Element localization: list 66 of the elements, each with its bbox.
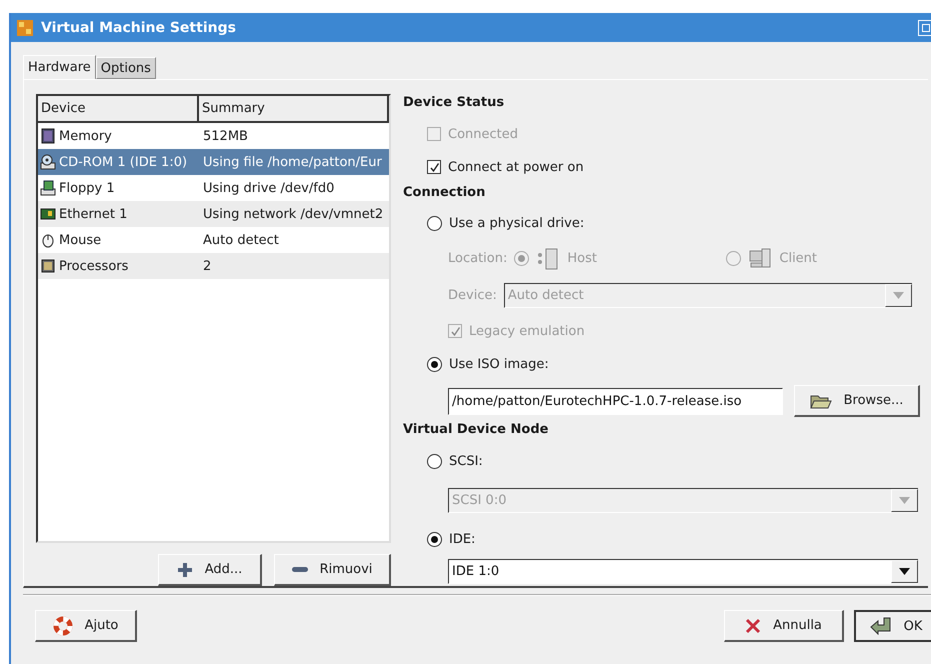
- help-button[interactable]: Ajuto: [35, 610, 137, 642]
- section-title: Device Status: [403, 94, 506, 112]
- column-header[interactable]: Device: [38, 96, 199, 121]
- device-summary: Auto detect: [203, 232, 279, 248]
- device-name: Ethernet 1: [59, 206, 128, 222]
- processor-icon: [40, 258, 56, 274]
- device-name: Memory: [59, 128, 112, 144]
- location-option-label: Client: [779, 251, 818, 266]
- location-label: Location:: [448, 251, 508, 266]
- column-header[interactable]: Summary: [199, 96, 389, 121]
- section-title: Virtual Device Node: [403, 421, 550, 440]
- browse-button[interactable]: Browse...: [794, 385, 920, 418]
- return-arrow-icon: [870, 617, 892, 635]
- device-summary: 2: [203, 258, 212, 274]
- device-name: Mouse: [59, 232, 102, 248]
- device-row[interactable]: CD-ROM 1 (IDE 1:0) Using file /home/patton/Eur: [38, 149, 389, 175]
- folder-icon: [810, 392, 832, 409]
- dropdown-arrow-icon: [899, 568, 910, 575]
- maximize-icon: [922, 24, 930, 32]
- device-summary: Using drive /dev/fd0: [203, 180, 334, 196]
- floppy-drive-icon: [40, 180, 56, 196]
- device-name: CD-ROM 1 (IDE 1:0): [59, 154, 188, 170]
- tab[interactable]: Hardware: [23, 55, 96, 79]
- device-label: Device:: [448, 288, 497, 304]
- device-name: Floppy 1: [59, 180, 115, 196]
- cd-drive-icon: [40, 154, 56, 170]
- checkbox-label: Connect at power on: [448, 160, 584, 175]
- device-row[interactable]: Ethernet 1 Using network /dev/vmnet2: [38, 201, 389, 227]
- radio-button[interactable]: [427, 357, 442, 372]
- device-summary: Using file /home/patton/Eur: [203, 154, 382, 170]
- device-summary: Using network /dev/vmnet2: [203, 206, 384, 222]
- device-summary: 512MB: [203, 128, 248, 144]
- maximize-button[interactable]: [918, 20, 931, 36]
- radio-label: Use a physical drive:: [449, 216, 584, 232]
- checkbox[interactable]: [427, 160, 441, 174]
- dropdown-arrow-icon: [892, 292, 904, 300]
- app-icon: [17, 20, 33, 36]
- add-button[interactable]: Add...: [158, 554, 262, 586]
- plus-icon: [176, 562, 193, 578]
- tab[interactable]: Options: [96, 57, 156, 79]
- checkbox-label: Legacy emulation: [469, 324, 585, 339]
- lifebuoy-icon: [52, 616, 73, 636]
- cancel-button[interactable]: Annulla: [724, 610, 844, 642]
- radio-label: IDE:: [449, 532, 476, 548]
- server-icon: [536, 246, 560, 271]
- section-title: Connection: [403, 184, 486, 202]
- radio-button[interactable]: [427, 216, 442, 232]
- mouse-icon: [40, 232, 56, 248]
- device-name: Processors: [59, 258, 128, 274]
- cross-icon: [745, 618, 762, 634]
- remove-button[interactable]: Rimuovi: [274, 554, 391, 586]
- radio-label: SCSI:: [449, 454, 483, 469]
- minus-icon: [292, 567, 308, 572]
- radio-label: Use ISO image:: [449, 357, 549, 372]
- ok-button[interactable]: OK: [854, 610, 931, 642]
- device-row[interactable]: Processors 2: [38, 253, 389, 279]
- checkbox-label: Connected: [448, 126, 518, 142]
- memory-chip-icon: [40, 128, 56, 144]
- window-title: Virtual Machine Settings: [41, 20, 237, 36]
- node-dropdown[interactable]: IDE 1:0: [448, 558, 918, 584]
- network-card-icon: [40, 206, 56, 222]
- iso-path-field[interactable]: /home/patton/EurotechHPC-1.0.7-release.iso: [448, 388, 783, 415]
- dropdown-arrow-icon: [899, 497, 910, 504]
- radio-button[interactable]: [427, 454, 442, 469]
- location-option-label: Host: [567, 251, 597, 266]
- radio-button[interactable]: [427, 532, 442, 548]
